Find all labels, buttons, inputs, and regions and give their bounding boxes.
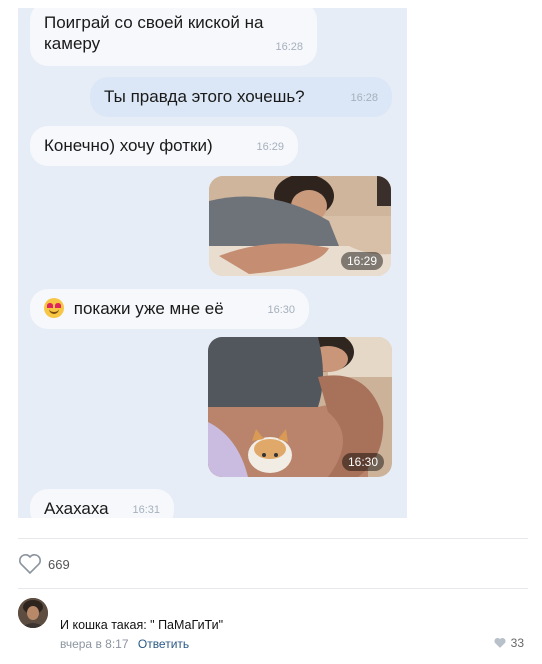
- message-text: Ты правда этого хочешь?: [104, 87, 305, 106]
- message-time: 16:30: [267, 304, 295, 316]
- photo-message: 16:29: [209, 176, 391, 276]
- divider: [18, 538, 528, 539]
- message-outgoing: Ты правда этого хочешь? 16:28: [90, 77, 392, 117]
- comment-like-button[interactable]: 33: [493, 636, 524, 650]
- message-time: 16:28: [275, 41, 303, 53]
- message-incoming: покажи уже мне её 16:30: [30, 289, 309, 329]
- divider: [18, 588, 528, 589]
- heart-icon: [494, 637, 506, 648]
- message-incoming: Ахахаха 16:31: [30, 489, 174, 518]
- heart-icon: [19, 554, 41, 575]
- message-text: Поиграй со своей киской на: [44, 13, 264, 32]
- avatar[interactable]: [18, 598, 48, 628]
- comment-meta: вчера в 8:17 Ответить: [60, 637, 189, 651]
- message-time: 16:28: [350, 92, 378, 104]
- message-text: покажи уже мне её: [73, 299, 224, 318]
- photo-time: 16:30: [341, 453, 384, 471]
- avatar-image: [18, 598, 48, 628]
- message-time: 16:29: [256, 141, 284, 153]
- like-count: 669: [48, 556, 70, 572]
- like-button[interactable]: 669: [18, 553, 70, 575]
- chat-screenshot: Поиграй со своей киской на камеру 16:28 …: [18, 8, 407, 518]
- photo-message: 16:30: [208, 337, 392, 477]
- comment-text: И кошка такая: " ПаМаГиТи": [60, 618, 224, 632]
- comment-date[interactable]: вчера в 8:17: [60, 637, 129, 651]
- message-text: камеру: [44, 34, 101, 53]
- comment-like-count: 33: [510, 636, 524, 650]
- message-text: Конечно) хочу фотки): [44, 136, 213, 155]
- photo-time: 16:29: [340, 252, 383, 270]
- message-incoming: Поиграй со своей киской на камеру 16:28: [30, 8, 317, 66]
- reply-link[interactable]: Ответить: [138, 637, 189, 651]
- message-text: Ахахаха: [44, 499, 109, 518]
- message-time: 16:31: [132, 504, 160, 516]
- comment: И кошка такая: " ПаМаГиТи" вчера в 8:17 …: [18, 598, 528, 658]
- message-incoming: Конечно) хочу фотки) 16:29: [30, 126, 298, 166]
- heart-eyes-emoji-icon: [44, 298, 64, 318]
